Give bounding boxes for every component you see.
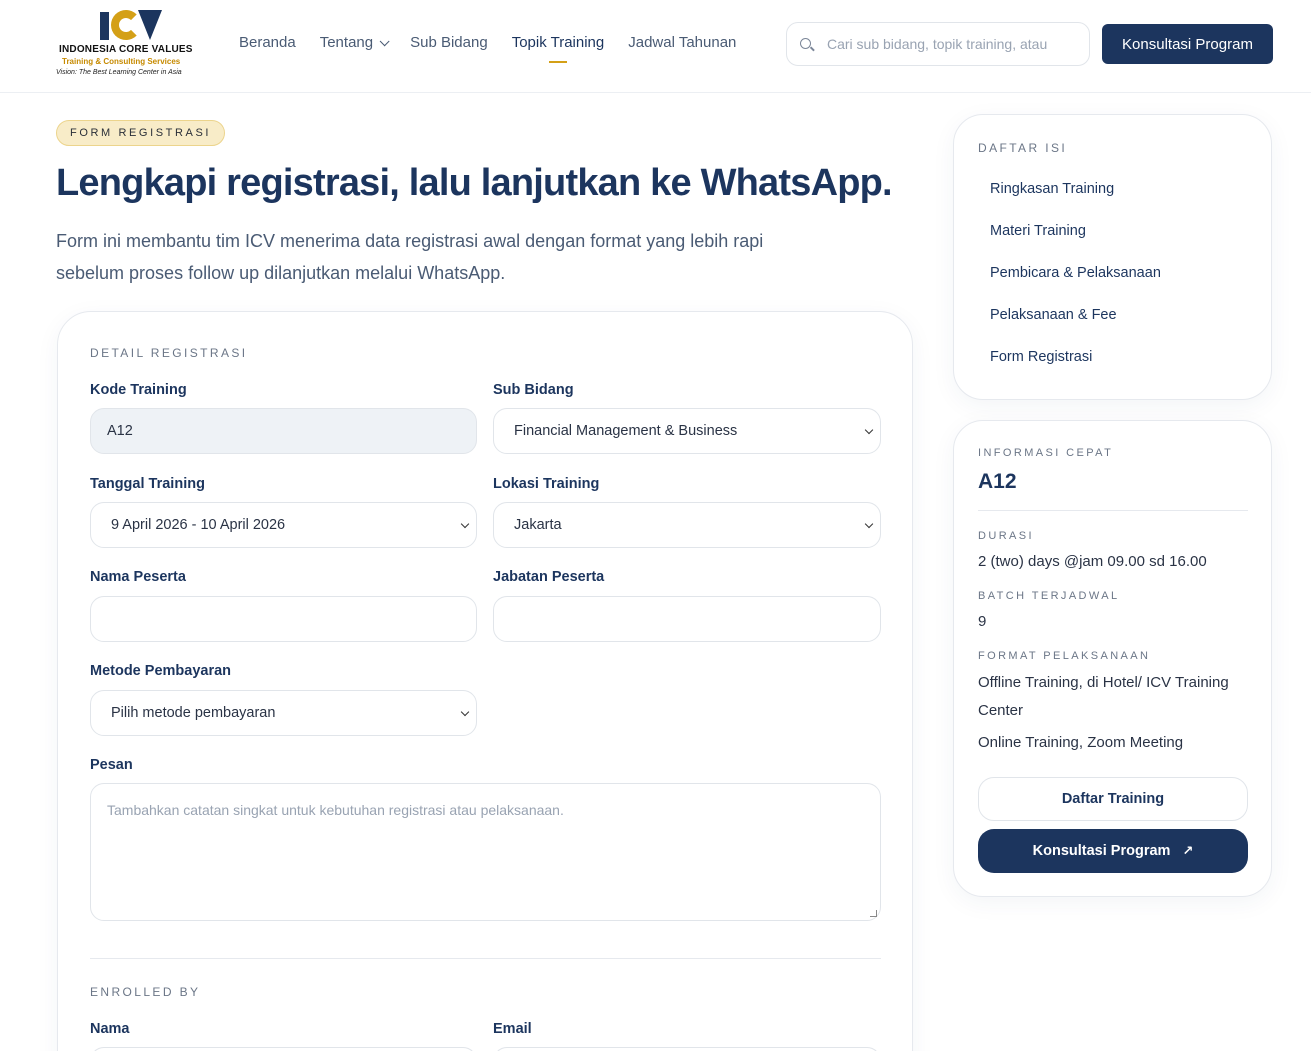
- chevron-down-icon: [379, 36, 390, 47]
- chevron-down-icon: [864, 519, 874, 529]
- lokasi-training-label: Lokasi Training: [493, 476, 600, 492]
- toc-item-pelaksanaan-fee[interactable]: Pelaksanaan & Fee: [990, 307, 1117, 323]
- page-subtitle: Form ini membantu tim ICV menerima data …: [56, 231, 764, 283]
- lokasi-training-select[interactable]: Jakarta: [493, 502, 881, 548]
- pesan-placeholder: Tambahkan catatan singkat untuk kebutuha…: [107, 802, 564, 818]
- tanggal-training-label: Tanggal Training: [90, 476, 205, 492]
- section-detail-registrasi: DETAIL REGISTRASI: [90, 346, 248, 360]
- sub-bidang-value: Financial Management & Business: [514, 423, 738, 439]
- site-header: INDONESIA CORE VALUES Training & Consult…: [0, 0, 1311, 93]
- nav-beranda[interactable]: Beranda: [239, 34, 296, 51]
- page-title: Lengkapi registrasi, lalu lanjutkan ke W…: [56, 162, 893, 204]
- nama-label: Nama: [90, 1021, 130, 1037]
- jabatan-peserta-label: Jabatan Peserta: [493, 569, 605, 585]
- logo-vision: Vision: The Best Learning Center in Asia: [56, 69, 182, 76]
- toc-item-materi[interactable]: Materi Training: [990, 223, 1086, 239]
- main-nav: Beranda Tentang Sub Bidang Topik Trainin…: [239, 34, 736, 63]
- format-value-offline: Offline Training, di Hotel/ ICV Training…: [978, 674, 1229, 719]
- email-label: Email: [493, 1021, 532, 1037]
- kode-training-value: A12: [107, 423, 133, 439]
- konsultasi-program-sidebar-button[interactable]: Konsultasi Program ↗: [978, 829, 1248, 873]
- icv-logo[interactable]: INDONESIA CORE VALUES Training & Consult…: [56, 10, 206, 80]
- format-label: FORMAT PELAKSANAAN: [978, 650, 1151, 662]
- search-box: [786, 22, 1090, 66]
- toc-item-form-registrasi[interactable]: Form Registrasi: [990, 349, 1092, 365]
- search-input[interactable]: [827, 23, 1082, 65]
- metode-pembayaran-select[interactable]: Pilih metode pembayaran: [90, 690, 477, 736]
- durasi-label: DURASI: [978, 530, 1034, 542]
- daftar-isi-title: DAFTAR ISI: [978, 141, 1068, 155]
- sub-bidang-label: Sub Bidang: [493, 382, 574, 398]
- sub-bidang-select[interactable]: Financial Management & Business: [493, 408, 881, 454]
- logo-name: INDONESIA CORE VALUES: [59, 44, 193, 55]
- konsultasi-program-label: Konsultasi Program: [1032, 843, 1171, 859]
- logo-tagline: Training & Consulting Services: [62, 57, 181, 66]
- search-icon: [800, 38, 811, 49]
- info-divider: [978, 510, 1248, 511]
- batch-value: 9: [978, 613, 987, 630]
- section-enrolled-by: ENROLLED BY: [90, 985, 201, 999]
- nav-tentang-label: Tentang: [319, 34, 374, 51]
- informasi-cepat-title: INFORMASI CEPAT: [978, 447, 1114, 459]
- toc-item-pembicara[interactable]: Pembicara & Pelaksanaan: [990, 265, 1161, 281]
- nama-peserta-input[interactable]: [90, 596, 477, 642]
- pesan-label: Pesan: [90, 757, 133, 773]
- tanggal-training-value: 9 April 2026 - 10 April 2026: [111, 517, 286, 533]
- daftar-training-button[interactable]: Daftar Training: [978, 777, 1248, 821]
- arrow-up-right-icon: ↗: [1182, 843, 1194, 858]
- nav-topik-training[interactable]: Topik Training: [512, 34, 604, 63]
- durasi-value: 2 (two) days @jam 09.00 sd 16.00: [978, 553, 1207, 570]
- metode-pembayaran-label: Metode Pembayaran: [90, 663, 232, 679]
- informasi-cepat-card: INFORMASI CEPAT A12 DURASI 2 (two) days …: [953, 420, 1272, 897]
- tanggal-training-select[interactable]: 9 April 2026 - 10 April 2026: [90, 502, 477, 548]
- nav-jadwal-tahunan[interactable]: Jadwal Tahunan: [628, 34, 736, 51]
- email-input[interactable]: [493, 1047, 881, 1051]
- batch-label: BATCH TERJADWAL: [978, 590, 1120, 602]
- form-registrasi-badge: FORM REGISTRASI: [56, 120, 226, 146]
- konsultasi-program-button[interactable]: Konsultasi Program: [1102, 24, 1273, 64]
- info-training-code: A12: [978, 470, 1017, 493]
- jabatan-peserta-input[interactable]: [493, 596, 881, 642]
- kode-training-label: Kode Training: [90, 382, 187, 398]
- nav-sub-bidang[interactable]: Sub Bidang: [410, 34, 488, 51]
- resize-handle-icon[interactable]: [870, 910, 877, 917]
- daftar-isi-card: DAFTAR ISI Ringkasan Training Materi Tra…: [953, 114, 1272, 400]
- chevron-down-icon: [864, 425, 874, 435]
- nama-input[interactable]: [90, 1047, 477, 1051]
- toc-item-ringkasan[interactable]: Ringkasan Training: [990, 181, 1114, 197]
- metode-pembayaran-value: Pilih metode pembayaran: [111, 705, 276, 721]
- form-divider: [90, 958, 881, 959]
- chevron-down-icon: [460, 707, 470, 717]
- kode-training-field[interactable]: A12: [90, 408, 477, 454]
- nav-tentang[interactable]: Tentang: [319, 34, 390, 51]
- pesan-textarea[interactable]: Tambahkan catatan singkat untuk kebutuha…: [90, 783, 881, 921]
- chevron-down-icon: [460, 519, 470, 529]
- format-value-online: Online Training, Zoom Meeting: [978, 734, 1184, 751]
- nama-peserta-label: Nama Peserta: [90, 569, 186, 585]
- registration-form-card: DETAIL REGISTRASI Kode Training A12 Sub …: [57, 311, 913, 1051]
- lokasi-training-value: Jakarta: [514, 517, 562, 533]
